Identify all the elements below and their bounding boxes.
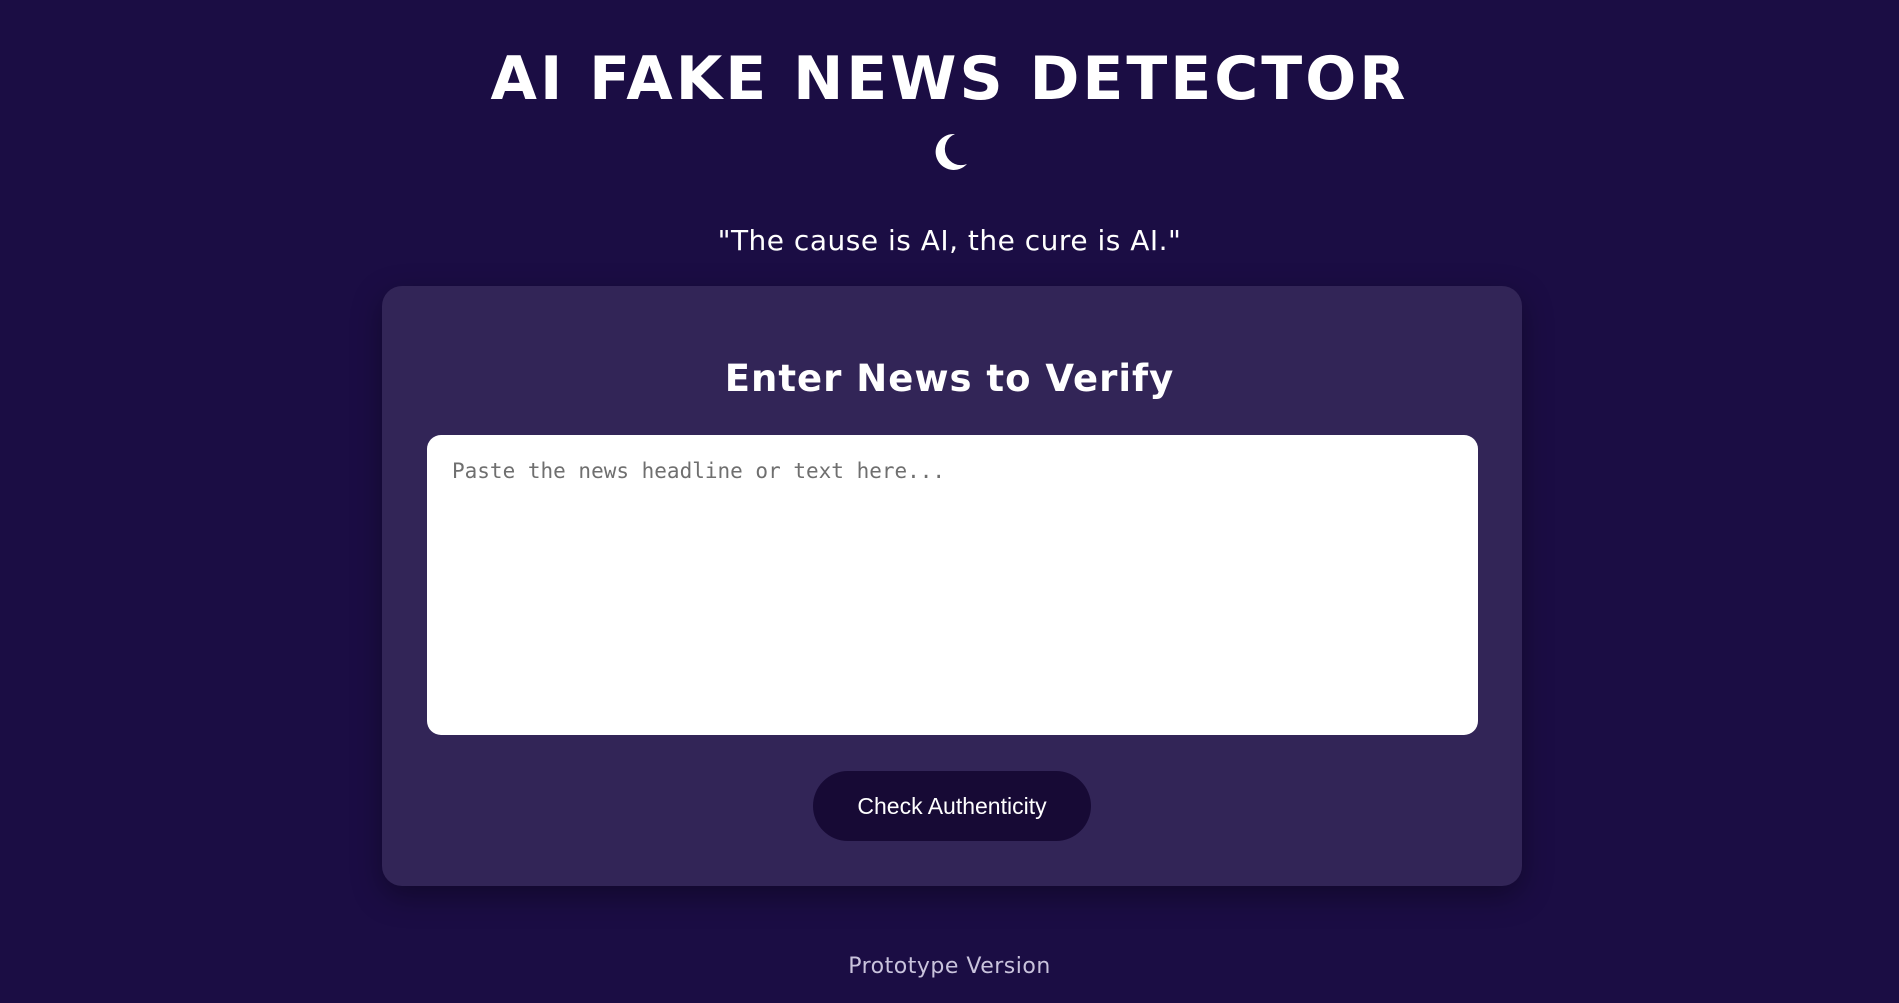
news-input[interactable]: [427, 435, 1478, 735]
moon-icon: [935, 133, 967, 170]
theme-toggle-button[interactable]: [929, 128, 973, 176]
check-authenticity-button[interactable]: Check Authenticity: [813, 771, 1091, 841]
page: AI FAKE NEWS DETECTOR "The cause is AI, …: [0, 0, 1899, 1003]
card-heading: Enter News to Verify: [724, 357, 1175, 400]
footer-version: Prototype Version: [848, 954, 1051, 979]
tagline: "The cause is AI, the cure is AI.": [717, 224, 1182, 257]
page-title: AI FAKE NEWS DETECTOR: [490, 44, 1409, 114]
